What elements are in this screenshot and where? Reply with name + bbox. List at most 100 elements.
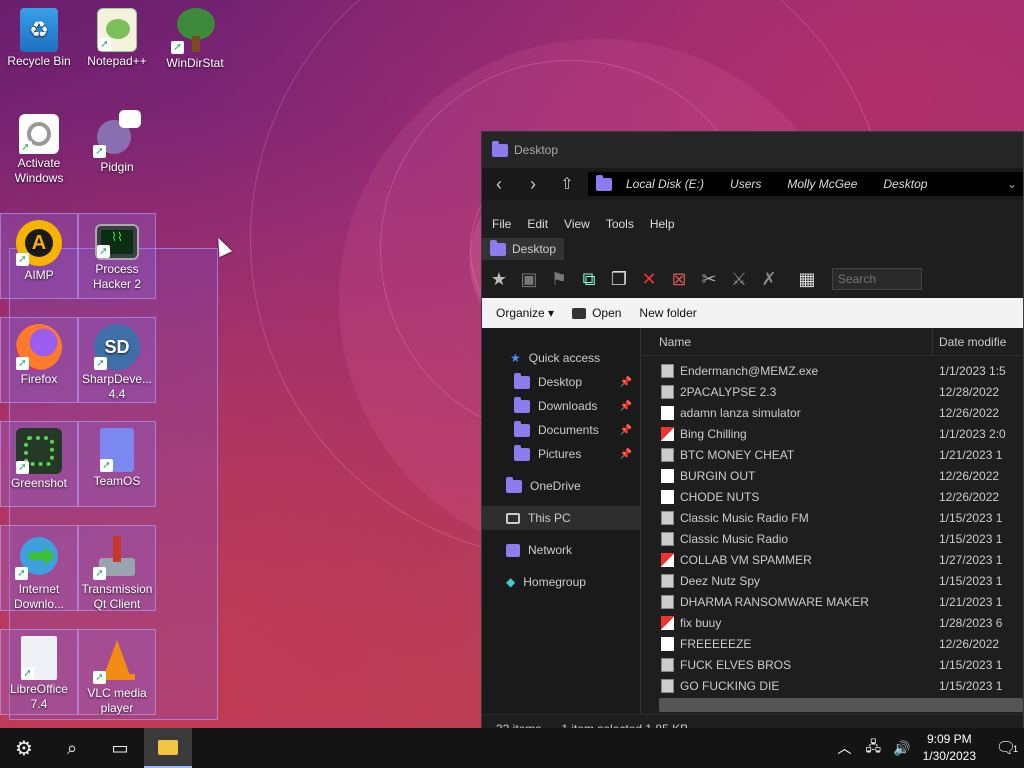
teamos-icon: ➚ bbox=[100, 428, 134, 472]
notification-button[interactable]: 🗨 1 bbox=[988, 738, 1024, 758]
back-button[interactable]: ‹ bbox=[482, 174, 516, 195]
toolbar: ★ ▣ ⚑ ⧉ ❐ ✕ ⊠ ✂ ⚔ ✗ ▦ bbox=[482, 260, 1023, 298]
favorites-star-icon[interactable]: ★ bbox=[486, 267, 512, 291]
menu-tools[interactable]: Tools bbox=[606, 217, 634, 231]
file-row[interactable]: DHARMA RANSOMWARE MAKER 1/21/2023 1 bbox=[641, 591, 1023, 612]
taskbar-file-explorer[interactable] bbox=[144, 728, 192, 768]
nav-downloads[interactable]: Downloads 📌 bbox=[482, 394, 640, 418]
tab-desktop[interactable]: Desktop bbox=[482, 238, 565, 260]
file-row[interactable]: Bing Chilling 1/1/2023 2:0 bbox=[641, 423, 1023, 444]
up-button[interactable]: ⇧ bbox=[550, 174, 584, 194]
file-row[interactable]: COLLAB VM SPAMMER 1/27/2023 1 bbox=[641, 549, 1023, 570]
column-date-modified[interactable]: Date modifie bbox=[933, 335, 1006, 349]
desktop-icon-label: WinDirStat bbox=[166, 56, 224, 70]
view-options-icon[interactable]: ▦ bbox=[794, 267, 820, 291]
delete-icon[interactable]: ✕ bbox=[636, 267, 662, 291]
desktop-icon-internet-download-manager[interactable]: ➚ Internet Downlo... bbox=[0, 525, 78, 611]
nav-label: OneDrive bbox=[530, 479, 581, 493]
file-name-cell: fix buuy bbox=[641, 615, 933, 630]
menu-edit[interactable]: Edit bbox=[527, 217, 548, 231]
breadcrumb-local-disk[interactable]: Local Disk (E:) bbox=[626, 177, 704, 191]
desktop-icon-activate-windows[interactable]: ➚ Activate Windows bbox=[0, 104, 78, 200]
clear-icon[interactable]: ⚔ bbox=[726, 267, 752, 291]
desktop-icon-pidgin[interactable]: ➚ Pidgin bbox=[78, 104, 156, 200]
file-row[interactable]: GO FUCKING DIE 1/15/2023 1 bbox=[641, 675, 1023, 696]
file-row[interactable]: CHODE NUTS 12/26/2022 bbox=[641, 486, 1023, 507]
pin-icon: 📌 bbox=[619, 424, 632, 436]
open-button[interactable]: Open bbox=[572, 306, 621, 320]
desktop-icon-label: Activate Windows bbox=[14, 156, 64, 185]
new-folder-button[interactable]: New folder bbox=[639, 306, 696, 320]
file-row[interactable]: Classic Music Radio 1/15/2023 1 bbox=[641, 528, 1023, 549]
file-list[interactable]: Name Date modifie Endermanch@MEMZ.exe 1/1… bbox=[640, 328, 1023, 714]
file-name-cell: COLLAB VM SPAMMER bbox=[641, 552, 933, 567]
breadcrumb-desktop[interactable]: Desktop bbox=[883, 177, 927, 191]
disk-icon[interactable]: ▣ bbox=[516, 267, 542, 291]
desktop-icon-firefox[interactable]: ➚ Firefox bbox=[0, 317, 78, 403]
nav-quick-access[interactable]: ★ Quick access bbox=[482, 346, 640, 370]
column-name[interactable]: Name bbox=[641, 328, 933, 356]
desktop-icon-sharpdevelop[interactable]: SD ➚ SharpDeve... 4.4 bbox=[78, 317, 156, 403]
activate-windows-icon: ➚ bbox=[19, 114, 59, 154]
file-row[interactable]: fix buuy 1/28/2023 6 bbox=[641, 612, 1023, 633]
desktop-icon-windirstat[interactable]: ➚ WinDirStat bbox=[156, 0, 234, 96]
desktop-icon-libreoffice[interactable]: ➚ LibreOffice 7.4 bbox=[0, 629, 78, 715]
start-button[interactable]: ⚙ bbox=[0, 728, 48, 768]
file-row[interactable]: FREEEEEZE 12/26/2022 bbox=[641, 633, 1023, 654]
nav-onedrive[interactable]: OneDrive bbox=[482, 474, 640, 498]
navigation-pane[interactable]: ★ Quick access Desktop 📌 Downloads 📌 Docume… bbox=[482, 328, 640, 714]
task-view-button[interactable]: ▭ bbox=[96, 728, 144, 768]
desktop-icon-process-hacker[interactable]: ⌇⌇ ➚ Process Hacker 2 bbox=[78, 213, 156, 299]
breadcrumb-users[interactable]: Users bbox=[730, 177, 761, 191]
menu-help[interactable]: Help bbox=[650, 217, 675, 231]
desktop-icon-notepad-plus-plus[interactable]: ➚ Notepad++ bbox=[78, 0, 156, 96]
file-row[interactable]: BTC MONEY CHEAT 1/21/2023 1 bbox=[641, 444, 1023, 465]
file-row[interactable]: 2PACALYPSE 2.3 12/28/2022 bbox=[641, 381, 1023, 402]
file-row[interactable]: Classic Music Radio FM 1/15/2023 1 bbox=[641, 507, 1023, 528]
address-bar[interactable]: Local Disk (E:) Users Molly McGee Deskto… bbox=[588, 172, 1023, 196]
menu-file[interactable]: File bbox=[492, 217, 511, 231]
file-name-cell: Bing Chilling bbox=[641, 426, 933, 441]
cut-icon[interactable]: ✂ bbox=[696, 267, 722, 291]
clock-date: 1/30/2023 bbox=[922, 749, 976, 763]
show-hidden-icons-icon[interactable]: ︿ bbox=[838, 738, 852, 758]
file-row[interactable]: Deez Nutz Spy 1/15/2023 1 bbox=[641, 570, 1023, 591]
tab-label: Desktop bbox=[512, 242, 557, 256]
nav-this-pc[interactable]: This PC bbox=[482, 506, 640, 530]
clock[interactable]: 9:09 PM 1/30/2023 bbox=[923, 731, 976, 765]
forward-button[interactable]: › bbox=[516, 174, 550, 195]
windows-flag-icon[interactable]: ⚑ bbox=[546, 267, 572, 291]
file-row[interactable]: FUCK ELVES BROS 1/15/2023 1 bbox=[641, 654, 1023, 675]
desktop-icon-transmission[interactable]: ➚ Transmission Qt Client bbox=[78, 525, 156, 611]
desktop-icon-teamos[interactable]: ➚ TeamOS bbox=[78, 421, 156, 507]
organize-button[interactable]: Organize ▾ bbox=[496, 306, 554, 320]
nav-documents[interactable]: Documents 📌 bbox=[482, 418, 640, 442]
desktop-icon-vlc[interactable]: ➚ VLC media player bbox=[78, 629, 156, 715]
file-row[interactable]: Endermanch@MEMZ.exe 1/1/2023 1:5 bbox=[641, 360, 1023, 381]
nav-desktop[interactable]: Desktop 📌 bbox=[482, 370, 640, 394]
tab-row: Desktop bbox=[482, 238, 1023, 260]
undo-icon[interactable]: ✗ bbox=[756, 267, 782, 291]
chevron-down-icon[interactable]: ⌄ bbox=[1007, 177, 1017, 191]
window-title: Desktop bbox=[514, 143, 559, 157]
volume-icon[interactable]: 🔊 bbox=[893, 740, 910, 757]
move-to-icon[interactable]: ❐ bbox=[606, 267, 632, 291]
window-titlebar[interactable]: Desktop bbox=[482, 132, 1023, 168]
copy-to-icon[interactable]: ⧉ bbox=[576, 267, 602, 291]
horizontal-scrollbar[interactable] bbox=[659, 698, 1023, 712]
nav-network[interactable]: Network bbox=[482, 538, 640, 562]
desktop-icon-aimp[interactable]: A ➚ AIMP bbox=[0, 213, 78, 299]
nav-pictures[interactable]: Pictures 📌 bbox=[482, 442, 640, 466]
search-button[interactable]: ⌕ bbox=[48, 728, 96, 768]
network-tray-icon[interactable]: 🖧 bbox=[866, 736, 882, 760]
menu-view[interactable]: View bbox=[564, 217, 590, 231]
desktop-icon-greenshot[interactable]: ➚ Greenshot bbox=[0, 421, 78, 507]
search-input[interactable] bbox=[832, 268, 922, 290]
file-row[interactable]: adamn lanza simulator 12/26/2022 bbox=[641, 402, 1023, 423]
file-row[interactable]: BURGIN OUT 12/26/2022 bbox=[641, 465, 1023, 486]
breadcrumb-molly-mcgee[interactable]: Molly McGee bbox=[787, 177, 857, 191]
delete-permanent-icon[interactable]: ⊠ bbox=[666, 267, 692, 291]
file-explorer-window[interactable]: Desktop ‹ › ⇧ Local Disk (E:) Users Moll… bbox=[481, 131, 1024, 736]
nav-homegroup[interactable]: ◆ Homegroup bbox=[482, 570, 640, 594]
desktop-icon-recycle-bin[interactable]: ♻ Recycle Bin bbox=[0, 0, 78, 96]
